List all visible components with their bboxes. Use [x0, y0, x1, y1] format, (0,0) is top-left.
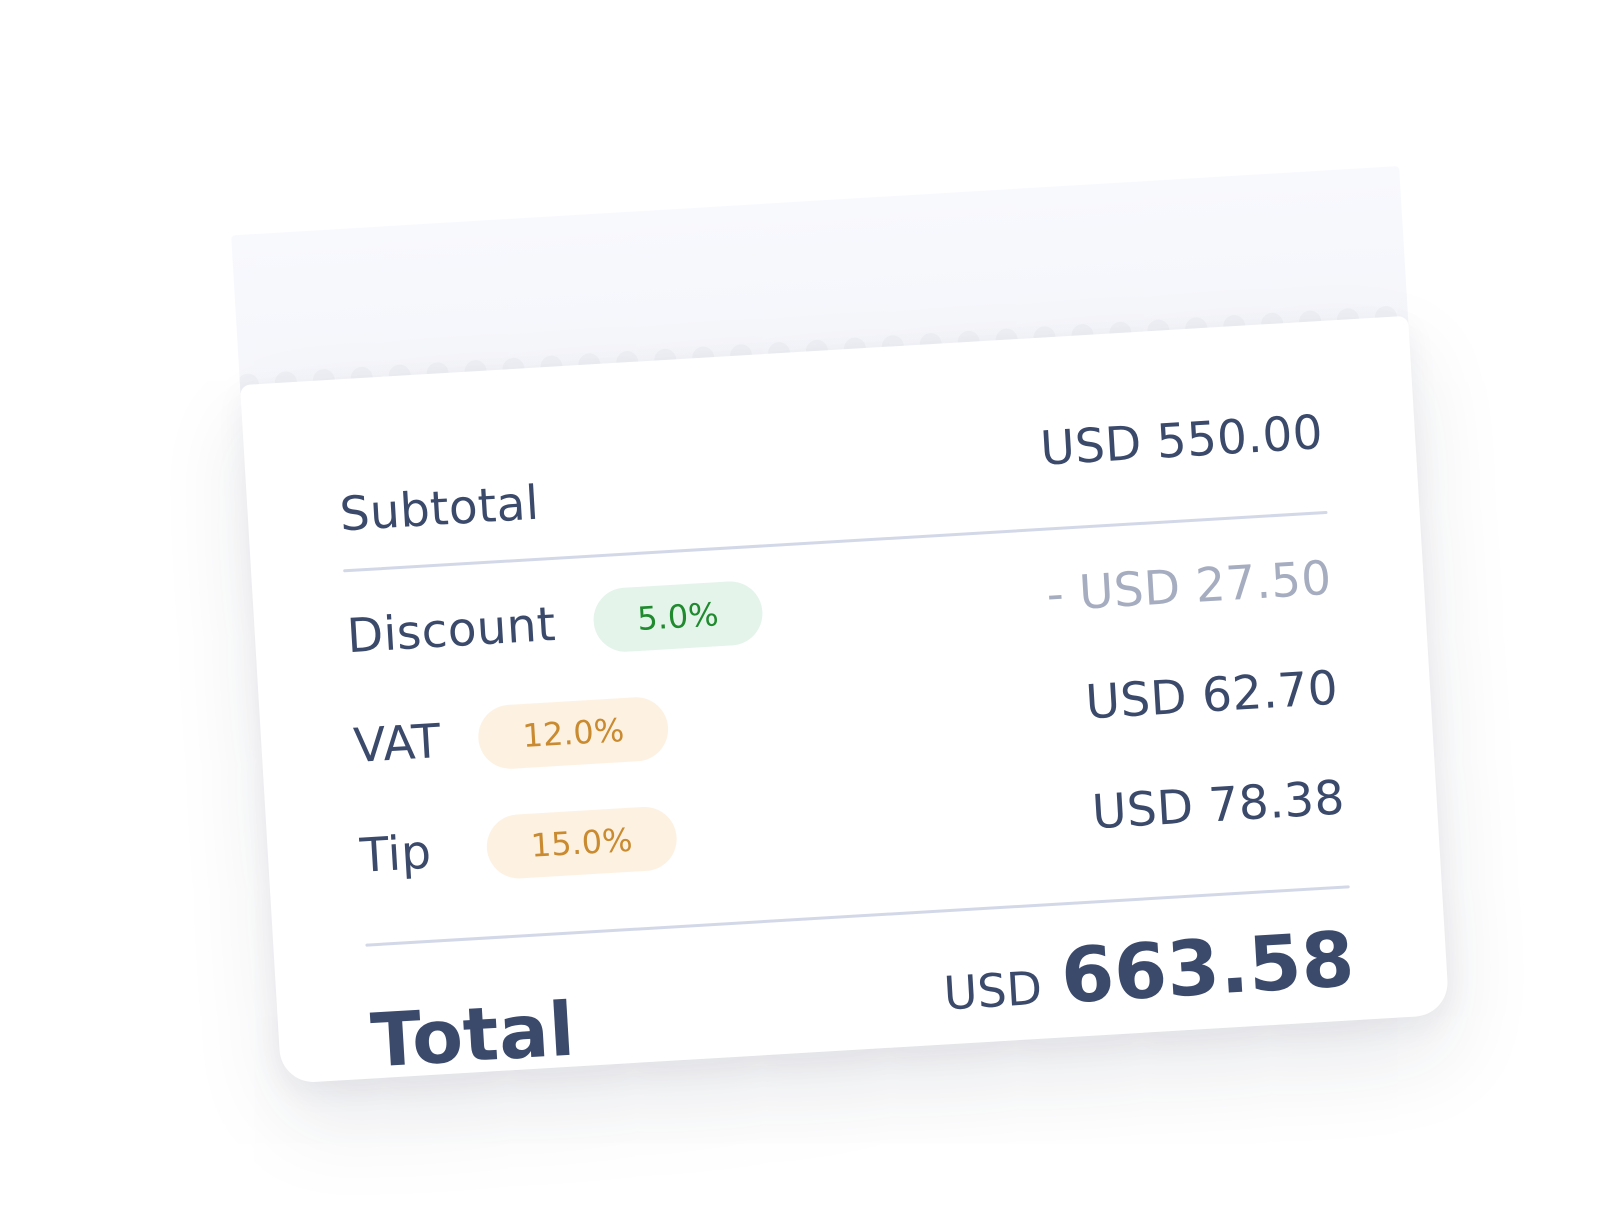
- tip-label: Tip: [358, 824, 433, 884]
- vat-label: VAT: [351, 713, 443, 774]
- total-label: Total: [368, 986, 578, 1085]
- vat-row: VAT 12.0% USD 62.70: [352, 656, 1340, 778]
- tip-percent-badge: 15.0%: [485, 805, 679, 881]
- subtotal-row: Subtotal USD 550.00: [335, 381, 1325, 542]
- subtotal-amount: USD 550.00: [1038, 405, 1325, 477]
- total-amount: USD 663.58: [940, 914, 1356, 1027]
- discount-label-group: Discount 5.0%: [345, 579, 765, 669]
- tip-amount: USD 78.38: [1090, 769, 1347, 840]
- total-label-group: Total: [366, 937, 577, 1085]
- total-currency: USD: [942, 960, 1044, 1020]
- total-row: Total USD 663.58: [366, 890, 1358, 1085]
- subtotal-label-group: Subtotal: [338, 476, 540, 543]
- discount-row: Discount 5.0% - USD 27.50: [345, 546, 1333, 668]
- tip-row: Tip 15.0% USD 78.38: [358, 765, 1347, 888]
- discount-amount: - USD 27.50: [1045, 550, 1333, 623]
- tip-label-group: Tip 15.0%: [358, 805, 679, 888]
- stage: Subtotal USD 550.00 Discount 5.0% - USD …: [0, 0, 1622, 1216]
- vat-label-group: VAT 12.0%: [352, 695, 670, 778]
- subtotal-label: Subtotal: [338, 475, 541, 543]
- discount-label: Discount: [345, 596, 558, 664]
- discount-percent-badge: 5.0%: [591, 579, 765, 654]
- receipt-body: Subtotal USD 550.00 Discount 5.0% - USD …: [240, 315, 1450, 1085]
- receipt-card: Subtotal USD 550.00 Discount 5.0% - USD …: [231, 166, 1450, 1084]
- total-value: 663.58: [1058, 913, 1357, 1020]
- vat-percent-badge: 12.0%: [476, 695, 670, 771]
- vat-amount: USD 62.70: [1084, 660, 1340, 731]
